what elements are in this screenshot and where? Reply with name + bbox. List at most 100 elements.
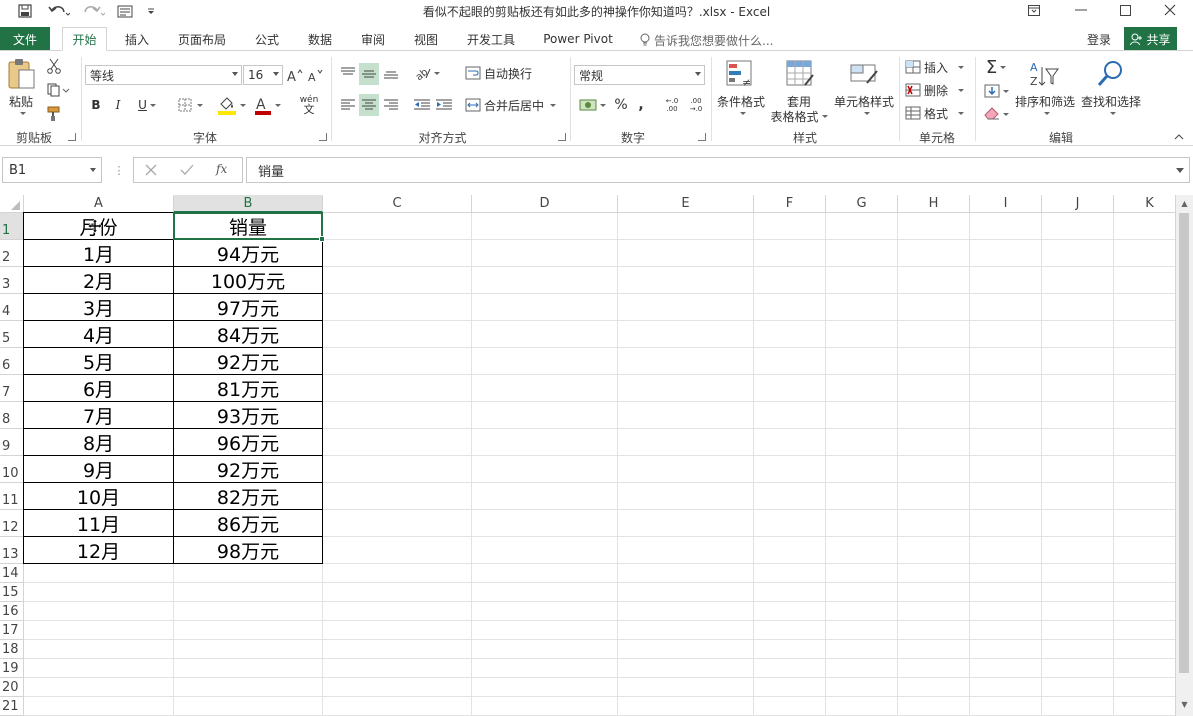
increase-font-size-icon[interactable]: A xyxy=(286,65,304,85)
minimize-icon[interactable] xyxy=(1061,0,1101,20)
scroll-thumb[interactable] xyxy=(1179,213,1189,673)
column-header-b[interactable]: B xyxy=(174,195,323,213)
tab-data[interactable]: 数据 xyxy=(300,27,340,51)
align-middle-icon[interactable] xyxy=(359,63,379,85)
number-format-combo[interactable]: 常规 xyxy=(574,65,705,85)
copy-icon[interactable] xyxy=(44,81,74,99)
format-as-table-button[interactable]: 表格格式 xyxy=(768,108,830,124)
ribbon-display-options-icon[interactable] xyxy=(1014,0,1054,20)
find-select-icon[interactable] xyxy=(1094,57,1128,91)
table-cell[interactable]: 100万元 xyxy=(174,267,323,294)
table-cell[interactable]: 96万元 xyxy=(174,429,323,456)
column-header-c[interactable]: C xyxy=(323,195,472,213)
bold-icon[interactable]: B xyxy=(88,95,104,115)
row-header-1[interactable]: 1 xyxy=(0,213,24,240)
font-size-combo[interactable]: 16 xyxy=(243,65,283,85)
align-bottom-icon[interactable] xyxy=(381,63,401,83)
delete-cells-button[interactable]: 删除 xyxy=(905,81,967,99)
sort-filter-dropdown-icon[interactable] xyxy=(1040,109,1050,117)
table-cell[interactable]: 1月 xyxy=(24,240,174,267)
cell-styles-icon[interactable] xyxy=(848,57,880,91)
name-box[interactable]: B1 xyxy=(2,157,102,183)
format-painter-icon[interactable] xyxy=(44,105,64,123)
comma-style-button[interactable]: , xyxy=(633,95,649,115)
paste-button[interactable]: 粘贴 xyxy=(4,93,38,109)
row-header-9[interactable]: 9 xyxy=(0,429,24,456)
row-header-10[interactable]: 10 xyxy=(0,456,24,483)
align-right-icon[interactable] xyxy=(381,95,401,115)
row-header-20[interactable]: 20 xyxy=(0,678,24,697)
name-box-dropdown-icon[interactable] xyxy=(90,168,96,172)
table-cell[interactable]: 82万元 xyxy=(174,483,323,510)
align-center-icon[interactable] xyxy=(359,94,379,116)
header-cell-b[interactable]: 销量 xyxy=(174,213,323,240)
cell-styles-dropdown-icon[interactable] xyxy=(860,109,870,117)
orientation-icon[interactable]: ab xyxy=(412,63,442,83)
table-cell[interactable]: 92万元 xyxy=(174,348,323,375)
undo-icon[interactable] xyxy=(44,1,74,21)
table-cell[interactable]: 93万元 xyxy=(174,402,323,429)
row-header-8[interactable]: 8 xyxy=(0,402,24,429)
formula-input[interactable]: 销量 xyxy=(246,157,1190,183)
italic-icon[interactable]: I xyxy=(110,95,126,115)
formula-bar-grip-icon[interactable]: ⋮ xyxy=(112,163,126,177)
table-cell[interactable]: 98万元 xyxy=(174,537,323,564)
tab-insert[interactable]: 插入 xyxy=(117,27,157,51)
cancel-entry-icon[interactable] xyxy=(144,163,160,179)
number-launcher-icon[interactable] xyxy=(698,133,706,141)
tab-developer[interactable]: 开发工具 xyxy=(459,27,523,51)
paste-icon[interactable] xyxy=(6,57,36,91)
tab-view[interactable]: 视图 xyxy=(406,27,446,51)
decrease-decimal-button[interactable]: .00 →.0 xyxy=(686,95,706,115)
column-header-a[interactable]: A xyxy=(24,195,174,213)
table-cell[interactable]: 97万元 xyxy=(174,294,323,321)
confirm-entry-icon[interactable] xyxy=(180,163,196,179)
table-cell[interactable]: 5月 xyxy=(24,348,174,375)
row-header-3[interactable]: 3 xyxy=(0,267,24,294)
tab-formulas[interactable]: 公式 xyxy=(247,27,287,51)
align-top-icon[interactable] xyxy=(338,63,358,83)
row-header-11[interactable]: 11 xyxy=(0,483,24,510)
format-as-table-icon[interactable] xyxy=(784,57,816,91)
table-cell[interactable]: 8月 xyxy=(24,429,174,456)
tell-me-box[interactable]: 告诉我您想要做什么... xyxy=(640,31,773,49)
sort-filter-icon[interactable]: AZ xyxy=(1026,57,1062,91)
row-header-5[interactable]: 5 xyxy=(0,321,24,348)
column-header-g[interactable]: G xyxy=(826,195,898,213)
fill-color-icon[interactable] xyxy=(214,93,248,117)
scroll-down-icon[interactable]: ▼ xyxy=(1176,696,1193,712)
form-icon[interactable] xyxy=(114,1,136,21)
fill-handle[interactable] xyxy=(319,236,325,242)
column-header-k[interactable]: K xyxy=(1114,195,1175,213)
row-header-7[interactable]: 7 xyxy=(0,375,24,402)
underline-icon[interactable]: U xyxy=(132,95,162,115)
column-header-d[interactable]: D xyxy=(472,195,618,213)
table-cell[interactable]: 4月 xyxy=(24,321,174,348)
table-cell[interactable]: 11月 xyxy=(24,510,174,537)
maximize-icon[interactable] xyxy=(1105,0,1145,20)
row-header-14[interactable]: 14 xyxy=(0,564,24,583)
table-cell[interactable]: 86万元 xyxy=(174,510,323,537)
row-header-17[interactable]: 17 xyxy=(0,621,24,640)
wrap-text-button[interactable]: 自动换行 xyxy=(465,63,537,83)
sort-filter-button[interactable]: 排序和筛选 xyxy=(1014,93,1076,109)
cell-styles-button[interactable]: 单元格样式 xyxy=(828,93,900,109)
table-cell[interactable]: 3月 xyxy=(24,294,174,321)
percent-style-button[interactable]: % xyxy=(612,95,630,115)
clear-icon[interactable] xyxy=(980,104,1012,124)
scroll-up-icon[interactable]: ▲ xyxy=(1176,195,1193,211)
column-header-j[interactable]: J xyxy=(1042,195,1114,213)
tab-file[interactable]: 文件 xyxy=(0,27,50,51)
format-cells-button[interactable]: 格式 xyxy=(905,104,967,122)
phonetic-guide-button[interactable]: wén 文 xyxy=(292,93,326,117)
row-header-2[interactable]: 2 xyxy=(0,240,24,267)
table-cell[interactable]: 81万元 xyxy=(174,375,323,402)
tab-page-layout[interactable]: 页面布局 xyxy=(170,27,234,51)
alignment-launcher-icon[interactable] xyxy=(558,133,566,141)
cut-icon[interactable] xyxy=(44,57,64,75)
row-header-4[interactable]: 4 xyxy=(0,294,24,321)
vertical-scrollbar[interactable]: ▲ ▼ xyxy=(1175,195,1193,716)
merge-center-button[interactable]: 合并后居中 xyxy=(465,95,565,115)
redo-icon[interactable] xyxy=(80,1,108,21)
column-header-h[interactable]: H xyxy=(898,195,970,213)
